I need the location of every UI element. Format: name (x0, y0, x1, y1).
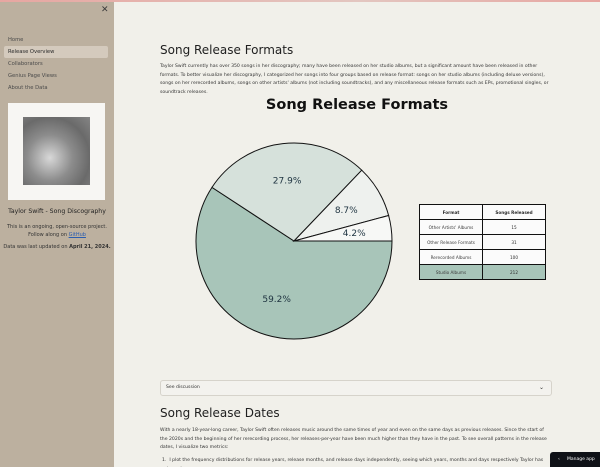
close-sidebar-icon[interactable]: ✕ (101, 5, 109, 15)
follow-line: Follow along on GitHub (0, 232, 114, 238)
table-header-songs: Songs Released (482, 204, 546, 220)
profile-title: Taylor Swift - Song Discography (8, 208, 106, 215)
table-cell-format: Other Release Formats (419, 234, 483, 250)
pie-label: 27.9% (273, 177, 302, 187)
sidebar-item-collaborators[interactable]: Collaborators (4, 58, 108, 70)
sidebar: ✕ Home Release Overview Collaborators Ge… (0, 0, 114, 467)
table-cell-format: Rerecorded Albums (419, 249, 483, 265)
pie-label: 8.7% (335, 206, 358, 216)
updated-date: April 21, 2024. (69, 244, 111, 250)
section-title-dates: Song Release Dates (160, 406, 280, 420)
sidebar-item-about-the-data[interactable]: About the Data (4, 82, 108, 94)
chevron-left-icon: ‹ (558, 457, 560, 462)
pie-label: 4.2% (343, 229, 366, 239)
table-row: Studio Albums 212 (419, 264, 546, 280)
table-row: Other Artists' Albums 15 (419, 219, 546, 235)
table-cell-format: Studio Albums (419, 264, 483, 280)
section-title-formats: Song Release Formats (160, 43, 294, 57)
see-discussion-expander[interactable]: See discussion ⌄ (160, 380, 552, 396)
release-format-table: Format Songs Released Other Artists' Alb… (419, 204, 546, 280)
follow-prefix: Follow along on (28, 232, 68, 238)
sidebar-item-genius-page-views[interactable]: Genius Page Views (4, 70, 108, 82)
project-description: This is an ongoing, open-source project. (6, 224, 107, 230)
manage-app-label: Manage app (567, 457, 595, 462)
section-text-dates: With a nearly 18-year-long career, Taylo… (160, 428, 547, 450)
last-updated: Data was last updated on April 21, 2024. (0, 244, 114, 250)
sidebar-item-release-overview[interactable]: Release Overview (4, 46, 108, 58)
table-cell-count: 15 (482, 219, 546, 235)
top-accent-bar (0, 0, 600, 2)
expander-label: See discussion (166, 385, 200, 390)
chevron-down-icon: ⌄ (538, 384, 544, 391)
table-cell-count: 31 (482, 234, 546, 250)
table-row: Rerecorded Albums 100 (419, 249, 546, 265)
list-item: 1. I plot the frequency distributions fo… (162, 457, 550, 467)
table-cell-count: 100 (482, 249, 546, 265)
chart-title: Song Release Formats (265, 97, 449, 113)
section-text-formats: Taylor Swift currently has over 350 song… (160, 64, 549, 95)
pie-label: 59.2% (262, 295, 291, 305)
album-cover-frame (8, 103, 105, 200)
pie-chart: 59.2% 27.9% 8.7% 4.2% (195, 142, 393, 340)
pie-slices (195, 142, 393, 340)
table-row: Other Release Formats 31 (419, 234, 546, 250)
manage-app-button[interactable]: ‹ Manage app (550, 452, 600, 467)
table-header-format: Format (419, 204, 483, 220)
table-cell-format: Other Artists' Albums (419, 219, 483, 235)
github-link[interactable]: GitHub (69, 232, 86, 238)
sidebar-nav: Home Release Overview Collaborators Geni… (4, 34, 108, 94)
updated-prefix: Data was last updated on (3, 244, 68, 250)
album-cover-image (23, 117, 90, 185)
main-content: Song Release Formats Taylor Swift curren… (114, 0, 600, 467)
sidebar-item-home[interactable]: Home (4, 34, 108, 46)
list-item-text: I plot the frequency distributions for r… (162, 458, 544, 467)
table-cell-count: 212 (482, 264, 546, 280)
